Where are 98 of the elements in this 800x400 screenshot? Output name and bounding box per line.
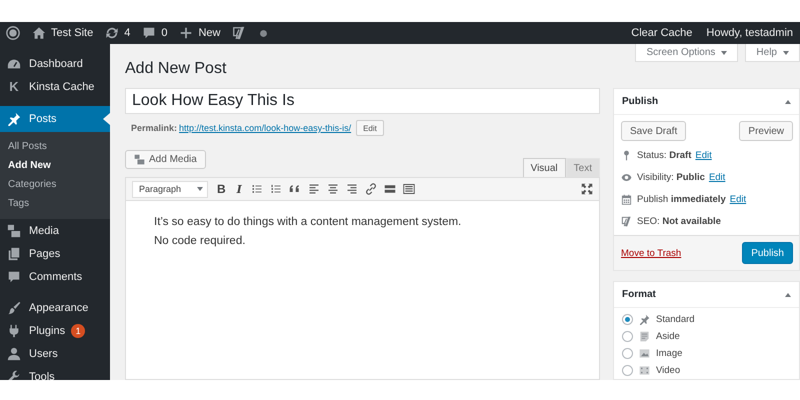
publish-setting: Visibility: Public <box>637 172 705 182</box>
editor-tab[interactable]: Visual <box>522 158 566 177</box>
screen-tab[interactable]: Help <box>745 44 800 62</box>
sidebar-item[interactable]: Tools <box>0 365 110 380</box>
italic-button[interactable]: I <box>234 182 244 196</box>
format-option-label: Image <box>656 348 682 359</box>
gauge-icon <box>7 56 21 70</box>
save-draft-button[interactable]: Save Draft <box>621 121 686 141</box>
plugin-logo-icon[interactable] <box>232 26 246 40</box>
pin-icon <box>639 314 650 325</box>
radio-button[interactable] <box>622 331 633 342</box>
sidebar-item[interactable]: K Kinsta Cache <box>0 75 110 98</box>
comment-icon <box>7 270 21 284</box>
sidebar-item[interactable]: Posts <box>0 106 110 132</box>
edit-link[interactable]: Edit <box>695 150 712 160</box>
fullscreen-icon[interactable] <box>581 183 593 195</box>
pages-icon <box>7 246 21 260</box>
current-menu-pointer <box>103 113 110 125</box>
bullet-list-icon[interactable] <box>250 183 263 195</box>
eye-icon <box>621 172 632 182</box>
numbered-list-icon[interactable] <box>270 183 282 195</box>
toolbar-link[interactable]: New <box>173 22 226 44</box>
format-option-label: Aside <box>656 331 680 342</box>
toolbar-link[interactable]: 4 <box>99 22 136 44</box>
plus-icon <box>179 26 194 40</box>
align-center-icon[interactable] <box>326 183 339 195</box>
publish-setting: SEO: Not available <box>637 216 721 226</box>
format-option-label: Standard <box>656 314 695 325</box>
submenu-item[interactable]: Add New <box>0 156 110 175</box>
read-more-icon[interactable] <box>384 183 396 195</box>
preview-button[interactable]: Preview <box>739 121 793 141</box>
permalink-link[interactable]: http://test.kinsta.com/look-how-easy-this-is/ <box>179 123 352 133</box>
brush-icon <box>7 300 21 314</box>
caret-icon <box>197 187 203 191</box>
toolbar-link[interactable]: Clear Cache <box>624 22 700 44</box>
calendar-icon <box>621 194 632 204</box>
link-icon[interactable] <box>364 183 377 195</box>
permalink-label: Permalink: <box>131 123 178 133</box>
media-icon <box>7 224 21 238</box>
edit-link[interactable]: Edit <box>708 172 726 182</box>
align-left-icon[interactable] <box>308 183 320 195</box>
plug-icon <box>7 324 21 338</box>
move-to-trash-link[interactable]: Move to Trash <box>621 248 682 258</box>
plugin-logo-icon <box>621 216 632 226</box>
sidebar-item[interactable]: Comments <box>0 265 110 288</box>
submenu-item[interactable]: All Posts <box>0 137 110 156</box>
pin-icon <box>7 112 21 126</box>
toolbar-link[interactable]: Howdy, testadmin <box>699 22 800 44</box>
format-dropdown[interactable]: Paragraph <box>132 180 208 198</box>
edit-permalink-button[interactable]: Edit <box>356 120 384 136</box>
publish-button[interactable]: Publish <box>742 242 793 264</box>
caret-icon <box>783 50 789 54</box>
submenu-item[interactable]: Tags <box>0 194 110 213</box>
caret-icon <box>721 50 728 54</box>
comment-icon <box>142 26 156 40</box>
panel-title: Publish <box>622 96 658 107</box>
sidebar-item[interactable]: Appearance <box>0 296 110 319</box>
format-option-label: Video <box>656 365 680 376</box>
media-icon <box>134 154 145 165</box>
radio-button[interactable] <box>622 365 633 376</box>
publish-setting: Status: Draft <box>637 150 692 160</box>
logo-icon[interactable] <box>6 26 20 40</box>
publish-setting: Publish immediately <box>637 194 726 204</box>
page-title: Add New Post <box>125 62 228 79</box>
dot-icon[interactable] <box>258 28 270 38</box>
toolbar-link[interactable]: 0 <box>136 22 174 44</box>
count-badge: 1 <box>71 324 86 338</box>
add-media-button[interactable]: Add Media <box>125 150 206 169</box>
quote-icon[interactable] <box>288 183 301 195</box>
sidebar-item[interactable]: Media <box>0 219 110 242</box>
home-icon <box>32 26 46 40</box>
caret-icon <box>785 100 791 104</box>
radio-button[interactable] <box>622 314 633 325</box>
caret-icon <box>785 292 791 296</box>
logo-icon: K <box>7 80 21 94</box>
sidebar-item[interactable]: Pages <box>0 242 110 265</box>
panel-title: Format <box>622 289 656 300</box>
bold-button[interactable]: B <box>215 182 228 196</box>
user-icon <box>7 346 21 360</box>
post-title-field[interactable]: Look How Easy This Is <box>125 88 600 114</box>
sidebar-item[interactable]: Users <box>0 342 110 365</box>
sidebar-item[interactable]: Plugins 1 <box>0 319 110 342</box>
refresh-icon <box>105 26 120 40</box>
editor-area[interactable]: It’s so easy to do things with a content management system. No code required. <box>125 201 600 380</box>
radio-button[interactable] <box>622 348 633 359</box>
sidebar-item[interactable]: Dashboard <box>0 52 110 75</box>
screen-tab[interactable]: Screen Options <box>635 44 738 62</box>
submenu-item[interactable]: Categories <box>0 175 110 194</box>
video-icon <box>639 365 650 376</box>
post-content: It’s so easy to do things with a content management system. No code required. <box>154 215 462 249</box>
image-icon <box>639 348 650 359</box>
document-icon <box>639 331 650 342</box>
wrench-icon <box>7 370 21 380</box>
align-right-icon[interactable] <box>346 183 358 195</box>
toolbar-toggle-icon[interactable] <box>402 183 415 195</box>
pin-icon <box>621 150 632 160</box>
toolbar-link[interactable]: Test Site <box>26 22 100 44</box>
edit-link[interactable]: Edit <box>730 194 746 204</box>
